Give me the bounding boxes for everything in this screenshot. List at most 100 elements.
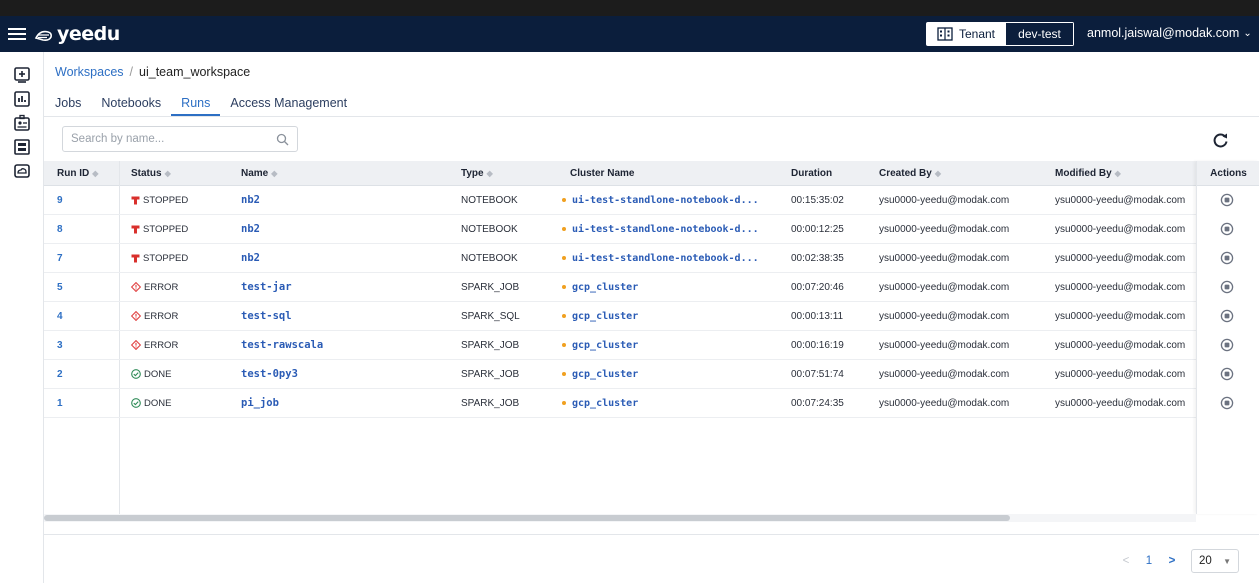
run-name-link[interactable]: test-sql xyxy=(241,302,292,331)
column-header-actions: Actions xyxy=(1197,161,1259,186)
run-name-link[interactable]: nb2 xyxy=(241,244,260,273)
tab-access-management[interactable]: Access Management xyxy=(220,96,357,116)
run-id-link[interactable]: 2 xyxy=(57,360,63,389)
cluster-name-link[interactable]: gcp_cluster xyxy=(562,273,638,302)
stop-run-button-icon[interactable] xyxy=(1220,338,1234,352)
modified-by: ysu0000-yeedu@modak.com xyxy=(1055,398,1186,409)
breadcrumb-workspaces-link[interactable]: Workspaces xyxy=(55,65,124,79)
workspace-tabs: Jobs Notebooks Runs Access Management xyxy=(55,96,357,118)
created-by: ysu0000-yeedu@modak.com xyxy=(879,253,1010,264)
column-header-duration: Duration xyxy=(791,168,833,179)
cluster-status-dot xyxy=(562,343,566,347)
hamburger-menu-icon[interactable] xyxy=(8,25,26,43)
brand-logo[interactable]: yeedu xyxy=(34,21,120,47)
run-name-link[interactable]: test-rawscala xyxy=(241,331,323,360)
run-name-link[interactable]: test-jar xyxy=(241,273,292,302)
page-size-select[interactable]: 20 ▼ xyxy=(1191,549,1239,573)
run-id-link[interactable]: 9 xyxy=(57,186,63,215)
run-name-link[interactable]: pi_job xyxy=(241,389,279,418)
stop-run-button-icon[interactable] xyxy=(1220,193,1234,207)
stop-run-button-icon[interactable] xyxy=(1220,367,1234,381)
tab-jobs[interactable]: Jobs xyxy=(55,96,91,116)
stop-run-button-icon[interactable] xyxy=(1220,280,1234,294)
status-badge: STOPPED xyxy=(131,215,188,244)
error-icon xyxy=(130,311,142,322)
cluster-name-link[interactable]: ui-test-standlone-notebook-d... xyxy=(562,215,759,244)
id-badge-icon[interactable] xyxy=(13,114,31,132)
search-icon[interactable] xyxy=(276,133,289,146)
column-header-type[interactable]: Type ◆ xyxy=(461,161,493,186)
cluster-name-text: ui-test-standlone-notebook-d... xyxy=(572,253,759,264)
run-name-link[interactable]: nb2 xyxy=(241,215,260,244)
run-id-link[interactable]: 3 xyxy=(57,331,63,360)
cluster-name-link[interactable]: gcp_cluster xyxy=(562,302,638,331)
stop-run-button-icon[interactable] xyxy=(1220,251,1234,265)
column-header-status[interactable]: Status ◆ xyxy=(131,161,171,186)
tenant-selector[interactable]: Tenant dev-test xyxy=(926,22,1074,46)
column-header-name[interactable]: Name ◆ xyxy=(241,161,277,186)
table-row[interactable]: 1 DONE pi_job SPARK_JOB gcp_cluster 00:07:24:… xyxy=(44,389,1259,418)
column-header-created-by[interactable]: Created By ◆ xyxy=(879,161,941,186)
cluster-name-link[interactable]: gcp_cluster xyxy=(562,389,638,418)
table-row[interactable]: 2 DONE test-0py3 SPARK_JOB gcp_cluster 00:07:… xyxy=(44,360,1259,389)
table-row[interactable]: 5 ERROR test-jar SPARK_JOB gcp_cluster 00:07:… xyxy=(44,273,1259,302)
status-text: STOPPED xyxy=(143,253,189,264)
add-workspace-icon[interactable] xyxy=(13,66,31,84)
table-row[interactable]: 8 STOPPED nb2 NOTEBOOK ui-test-standlone-not… xyxy=(44,215,1259,244)
table-row[interactable]: 3 ERROR test-rawscala SPARK_JOB gcp_cluster 0… xyxy=(44,331,1259,360)
status-text: STOPPED xyxy=(143,224,189,235)
run-id-link[interactable]: 8 xyxy=(57,215,63,244)
horizontal-scrollbar-thumb[interactable] xyxy=(44,515,1010,521)
breadcrumb: Workspaces / ui_team_workspace xyxy=(55,65,250,79)
table-row[interactable]: 7 STOPPED nb2 NOTEBOOK ui-test-standlone-not… xyxy=(44,244,1259,273)
tenant-button[interactable]: Tenant xyxy=(926,22,1006,46)
run-name-link[interactable]: nb2 xyxy=(241,186,260,215)
clusters-icon[interactable] xyxy=(13,138,31,156)
stop-run-button-icon[interactable] xyxy=(1220,396,1234,410)
run-duration: 00:00:13:11 xyxy=(791,311,844,322)
stop-run-button-icon[interactable] xyxy=(1220,309,1234,323)
user-menu[interactable]: anmol.jaiswal@modak.com ⌄ xyxy=(1087,26,1252,40)
cluster-status-dot xyxy=(562,401,566,405)
status-text: DONE xyxy=(144,398,172,409)
app-window: yeedu Tenant dev-test anmol.jaiswal@moda… xyxy=(0,16,1259,583)
created-by: ysu0000-yeedu@modak.com xyxy=(879,195,1010,206)
yeedu-logo-icon xyxy=(34,30,52,41)
chevron-down-icon: ⌄ xyxy=(1243,27,1252,39)
page-number-button[interactable]: 1 xyxy=(1141,555,1157,567)
cluster-name-link[interactable]: gcp_cluster xyxy=(562,331,638,360)
modified-by: ysu0000-yeedu@modak.com xyxy=(1055,224,1186,235)
dashboard-icon[interactable] xyxy=(13,90,31,108)
refresh-icon[interactable] xyxy=(1212,132,1229,149)
search-box xyxy=(62,126,298,152)
status-badge: STOPPED xyxy=(131,244,188,273)
modified-by: ysu0000-yeedu@modak.com xyxy=(1055,195,1186,206)
cloud-drive-icon[interactable] xyxy=(13,162,31,180)
tab-notebooks[interactable]: Notebooks xyxy=(91,96,171,116)
prev-page-button[interactable]: < xyxy=(1119,555,1133,567)
cluster-name-text: gcp_cluster xyxy=(572,311,639,322)
cluster-name-link[interactable]: ui-test-standlone-notebook-d... xyxy=(562,244,759,273)
run-id-link[interactable]: 7 xyxy=(57,244,63,273)
created-by: ysu0000-yeedu@modak.com xyxy=(879,311,1010,322)
cluster-name-link[interactable]: ui-test-standlone-notebook-d... xyxy=(562,186,759,215)
run-duration: 00:00:16:19 xyxy=(791,340,844,351)
status-text: ERROR xyxy=(144,311,179,322)
stop-run-button-icon[interactable] xyxy=(1220,222,1234,236)
table-row[interactable]: 9 STOPPED nb2 NOTEBOOK ui-test-standlone-not… xyxy=(44,186,1259,215)
run-id-link[interactable]: 1 xyxy=(57,389,63,418)
run-name-link[interactable]: test-0py3 xyxy=(241,360,298,389)
run-id-link[interactable]: 5 xyxy=(57,273,63,302)
status-text: STOPPED xyxy=(143,195,189,206)
run-id-link[interactable]: 4 xyxy=(57,302,63,331)
table-row[interactable]: 4 ERROR test-sql SPARK_SQL gcp_cluster 00:00:… xyxy=(44,302,1259,331)
error-icon xyxy=(130,340,142,351)
error-icon xyxy=(130,282,142,293)
search-input[interactable] xyxy=(63,127,263,151)
cluster-name-link[interactable]: gcp_cluster xyxy=(562,360,638,389)
column-header-modified-by[interactable]: Modified By ◆ xyxy=(1055,161,1121,186)
next-page-button[interactable]: > xyxy=(1165,555,1179,567)
column-header-run-id[interactable]: Run ID ◆ xyxy=(57,161,98,186)
tab-runs[interactable]: Runs xyxy=(171,96,221,116)
status-badge: STOPPED xyxy=(131,186,188,215)
